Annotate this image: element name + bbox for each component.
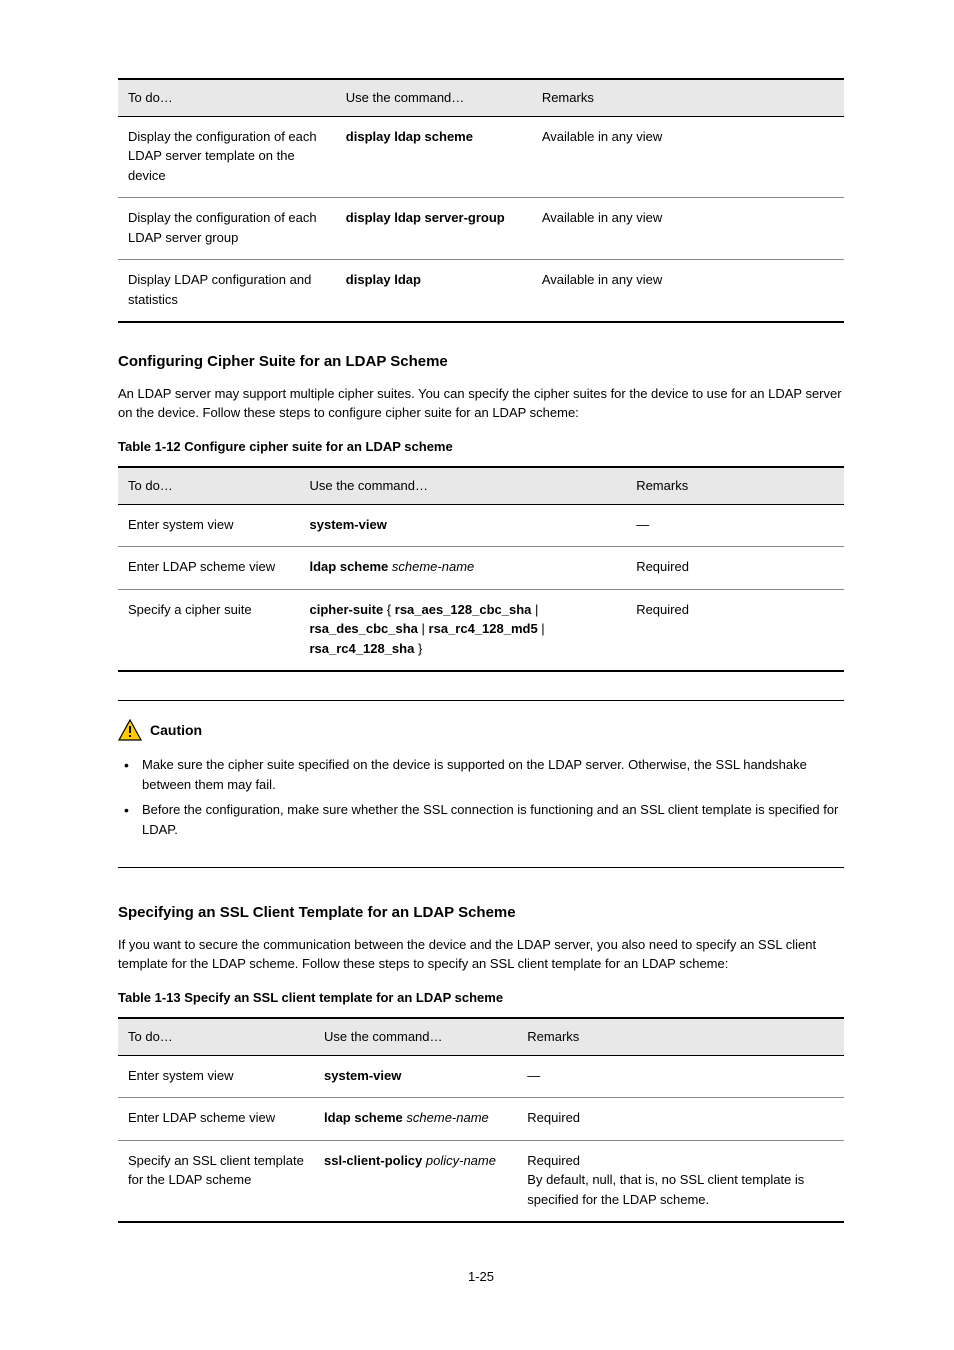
caution-label: Caution bbox=[150, 720, 202, 741]
table-row: Enter LDAP scheme view ldap scheme schem… bbox=[118, 547, 844, 590]
cell-remarks: Required bbox=[626, 547, 844, 590]
col-todo: To do… bbox=[118, 467, 300, 504]
table-row: Display the configuration of each LDAP s… bbox=[118, 116, 844, 198]
caution-header: Caution bbox=[118, 719, 844, 741]
col-command: Use the command… bbox=[314, 1018, 517, 1055]
table-caption-ssl-template: Table 1-13 Specify an SSL client templat… bbox=[118, 988, 844, 1008]
cell-command: display ldap server-group bbox=[336, 198, 532, 260]
cell-todo: Specify an SSL client template for the L… bbox=[118, 1140, 314, 1222]
col-remarks: Remarks bbox=[517, 1018, 844, 1055]
table-row: Display LDAP configuration and statistic… bbox=[118, 260, 844, 323]
cell-remarks: Required bbox=[626, 589, 844, 671]
cell-command: ldap scheme scheme-name bbox=[314, 1098, 517, 1141]
cell-todo: Enter LDAP scheme view bbox=[118, 547, 300, 590]
section-title-cipher: Configuring Cipher Suite for an LDAP Sch… bbox=[118, 351, 844, 374]
cipher-suite-table: To do… Use the command… Remarks Enter sy… bbox=[118, 466, 844, 672]
table-caption-cipher: Table 1-12 Configure cipher suite for an… bbox=[118, 437, 844, 457]
cell-command: system-view bbox=[300, 504, 627, 547]
section-body-cipher: An LDAP server may support multiple ciph… bbox=[118, 384, 844, 423]
cell-todo: Enter system view bbox=[118, 504, 300, 547]
table-row: Enter system view system-view — bbox=[118, 1055, 844, 1098]
col-todo: To do… bbox=[118, 79, 336, 116]
cell-todo: Enter system view bbox=[118, 1055, 314, 1098]
table-row: Enter system view system-view — bbox=[118, 504, 844, 547]
table-row: Enter LDAP scheme view ldap scheme schem… bbox=[118, 1098, 844, 1141]
cell-command: display ldap bbox=[336, 260, 532, 323]
cell-remarks: Available in any view bbox=[532, 198, 844, 260]
ldap-display-commands-table: To do… Use the command… Remarks Display … bbox=[118, 78, 844, 323]
cell-todo: Specify a cipher suite bbox=[118, 589, 300, 671]
cell-remarks: RequiredBy default, null, that is, no SS… bbox=[517, 1140, 844, 1222]
cell-command: ldap scheme scheme-name bbox=[300, 547, 627, 590]
table-row: Specify an SSL client template for the L… bbox=[118, 1140, 844, 1222]
cell-todo: Display LDAP configuration and statistic… bbox=[118, 260, 336, 323]
col-command: Use the command… bbox=[336, 79, 532, 116]
list-item: Before the configuration, make sure whet… bbox=[120, 800, 844, 839]
cell-command: display ldap scheme bbox=[336, 116, 532, 198]
page-number: 1-25 bbox=[118, 1267, 844, 1287]
col-remarks: Remarks bbox=[532, 79, 844, 116]
table-row: Display the configuration of each LDAP s… bbox=[118, 198, 844, 260]
col-remarks: Remarks bbox=[626, 467, 844, 504]
warning-triangle-icon bbox=[118, 719, 142, 741]
cell-remarks: — bbox=[517, 1055, 844, 1098]
col-command: Use the command… bbox=[300, 467, 627, 504]
caution-box: Caution Make sure the cipher suite speci… bbox=[118, 700, 844, 868]
ssl-template-table: To do… Use the command… Remarks Enter sy… bbox=[118, 1017, 844, 1223]
cell-command: ssl-client-policy policy-name bbox=[314, 1140, 517, 1222]
cell-todo: Display the configuration of each LDAP s… bbox=[118, 116, 336, 198]
list-item: Make sure the cipher suite specified on … bbox=[120, 755, 844, 794]
table-row: Specify a cipher suite cipher-suite { rs… bbox=[118, 589, 844, 671]
cell-remarks: Available in any view bbox=[532, 116, 844, 198]
caution-list: Make sure the cipher suite specified on … bbox=[118, 755, 844, 839]
cell-remarks: Required bbox=[517, 1098, 844, 1141]
cell-remarks: — bbox=[626, 504, 844, 547]
cell-remarks: Available in any view bbox=[532, 260, 844, 323]
cell-command: system-view bbox=[314, 1055, 517, 1098]
cell-todo: Display the configuration of each LDAP s… bbox=[118, 198, 336, 260]
section-title-ssl-template: Specifying an SSL Client Template for an… bbox=[118, 902, 844, 925]
section-body-ssl-template: If you want to secure the communication … bbox=[118, 935, 844, 974]
cell-todo: Enter LDAP scheme view bbox=[118, 1098, 314, 1141]
cell-command: cipher-suite { rsa_aes_128_cbc_sha | rsa… bbox=[300, 589, 627, 671]
col-todo: To do… bbox=[118, 1018, 314, 1055]
